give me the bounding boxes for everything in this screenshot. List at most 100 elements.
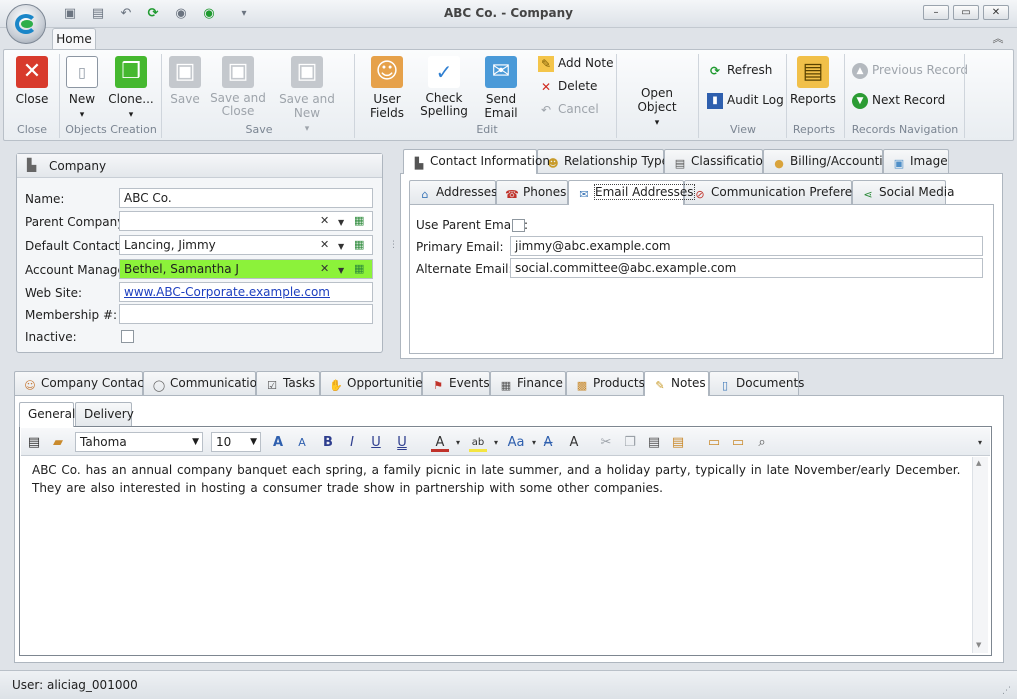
new-button[interactable]: ▯ New ▾ [62, 53, 102, 120]
add-note-button[interactable]: ✎ Add Note [538, 53, 613, 73]
chevron-down-icon: ▾ [654, 118, 660, 128]
company-panel-title: Company [49, 159, 107, 173]
tab-events[interactable]: ⚑ Events [422, 371, 490, 395]
default-contact-lookup[interactable]: Lancing, Jimmy ✕ ▼ ▦ [119, 235, 373, 255]
reports-button[interactable]: ▤ Reports [790, 53, 836, 119]
open-object-button[interactable]: Open Object ▾ [622, 86, 692, 128]
tab-products[interactable]: ▩ Products [566, 371, 645, 395]
clear-formatting-icon[interactable]: A̶ [539, 434, 557, 452]
subtab-delivery[interactable]: Delivery [75, 402, 134, 426]
shrink-font-icon[interactable]: A [293, 434, 311, 452]
next-record-button[interactable]: ▼ Next Record [852, 90, 945, 110]
send-email-button[interactable]: ✉ Send Email [472, 53, 530, 120]
find-icon[interactable]: ▭ [705, 434, 723, 452]
zoom-icon[interactable]: ⌕ [753, 434, 771, 452]
copy-icon[interactable]: ❐ [621, 434, 639, 452]
save-and-new-button[interactable]: ▣ Save and New ▾ [270, 53, 344, 134]
tab-tasks[interactable]: ☑ Tasks [256, 371, 320, 395]
grow-font-icon[interactable]: A [269, 434, 287, 452]
dropdown-arrow-icon[interactable]: ▼ [338, 264, 344, 278]
replace-icon[interactable]: ▭ [729, 434, 747, 452]
clear-x-icon[interactable]: ✕ [320, 262, 329, 276]
subtab-addresses[interactable]: ⌂ Addresses [409, 180, 497, 204]
chevron-down-icon[interactable]: ▾ [487, 434, 505, 452]
previous-record-button[interactable]: ▲ Previous Record [852, 60, 968, 80]
bold-icon[interactable]: B [319, 434, 337, 452]
cut-icon[interactable]: ✂ [597, 434, 615, 452]
paste-icon[interactable]: ▤ [645, 434, 663, 452]
clear-x-icon[interactable]: ✕ [320, 214, 329, 228]
close-window-button[interactable]: ✕ [983, 5, 1009, 20]
subtab-social-media[interactable]: ⋖ Social Media [852, 180, 954, 204]
underline-icon[interactable]: U [367, 434, 385, 452]
open-record-icon[interactable]: ▦ [354, 238, 364, 252]
membership-input[interactable] [119, 304, 373, 324]
alternate-email-input[interactable]: social.committee@abc.example.com [510, 258, 983, 278]
subtab-general[interactable]: General [19, 402, 75, 427]
splitter-grip[interactable]: ⋮ [389, 241, 398, 259]
use-parent-emails-checkbox[interactable] [512, 219, 525, 232]
tab-billing-accounting[interactable]: ● Billing/Accounting [763, 149, 898, 173]
open-record-icon[interactable]: ▦ [354, 214, 364, 228]
maximize-button[interactable]: ▭ [953, 5, 979, 20]
paste-special-icon[interactable]: ▤ [669, 434, 687, 452]
save-button[interactable]: ▣ Save [166, 53, 204, 119]
dropdown-arrow-icon[interactable]: ▼ [338, 216, 344, 230]
refresh-button[interactable]: ⟳ Refresh [707, 60, 772, 80]
cancel-button[interactable]: ↶ Cancel [538, 99, 599, 119]
clone-button[interactable]: ❒ Clone... ▾ [106, 53, 156, 120]
chevron-down-icon[interactable]: ▾ [449, 434, 467, 452]
delete-label: Delete [558, 79, 598, 93]
scroll-down-icon[interactable]: ▼ [976, 641, 981, 649]
delete-button[interactable]: ✕ Delete [538, 76, 597, 96]
parent-company-lookup[interactable]: ✕ ▼ ▦ [119, 211, 373, 231]
tab-notes[interactable]: ✎ Notes [644, 371, 709, 396]
user-fields-button[interactable]: ☺ User Fields [358, 53, 416, 120]
name-input[interactable]: ABC Co. [119, 188, 373, 208]
scroll-up-icon[interactable]: ▲ [976, 459, 981, 467]
tab-finance[interactable]: ▦ Finance [490, 371, 566, 395]
spreadsheet-icon: ▦ [500, 379, 512, 392]
web-site-input[interactable]: www.ABC-Corporate.example.com [119, 282, 373, 302]
clear-x-icon[interactable]: ✕ [320, 238, 329, 252]
font-family-select[interactable]: Tahoma ▼ [75, 432, 203, 452]
tab-relationship-types[interactable]: ☻ Relationship Types [537, 149, 675, 173]
vertical-scrollbar[interactable]: ▲ ▼ [972, 457, 988, 653]
collapse-ribbon-icon[interactable]: ︽ [990, 30, 1006, 46]
minimize-button[interactable]: – [923, 5, 949, 20]
tab-company-contacts[interactable]: ☺ Company Contacts [14, 371, 155, 395]
tab-opportunities[interactable]: ✋ Opportunities [320, 371, 429, 395]
open-record-icon[interactable]: ▦ [354, 262, 364, 276]
notes-text[interactable]: ABC Co. has an annual company banquet ea… [32, 461, 962, 651]
web-site-link[interactable]: www.ABC-Corporate.example.com [124, 285, 330, 299]
tab-home[interactable]: Home [52, 28, 96, 50]
italic-icon[interactable]: I [343, 434, 361, 452]
tab-communications[interactable]: ◯ Communications [143, 371, 271, 395]
inactive-checkbox[interactable] [121, 330, 134, 343]
change-case-icon[interactable]: Aa [507, 434, 525, 452]
tab-contact-information[interactable]: ▙ Contact Information [403, 149, 550, 174]
tab-documents[interactable]: ▯ Documents [709, 371, 804, 395]
close-button[interactable]: ✕ Close [7, 53, 57, 119]
resize-grip-icon[interactable]: ⋰ [1002, 686, 1011, 696]
check-spelling-button[interactable]: ✓ Check Spelling [419, 53, 469, 119]
subtab-email-addresses[interactable]: ✉ Email Addresses [568, 180, 695, 205]
double-underline-icon[interactable]: U [393, 434, 411, 452]
subtab-phones[interactable]: ☎ Phones [496, 180, 568, 204]
tab-classification[interactable]: ▤ Classification [664, 149, 770, 173]
tab-image[interactable]: ▣ Image [883, 149, 949, 173]
toolbar-overflow-icon[interactable]: ▾ [971, 434, 989, 452]
highlight-color-icon[interactable]: ab [469, 434, 487, 452]
font-size-select[interactable]: 10 ▼ [211, 432, 261, 452]
application-menu-button[interactable] [6, 4, 46, 44]
audit-log-button[interactable]: ▮ Audit Log [707, 90, 784, 110]
font-color-icon[interactable]: A [431, 434, 449, 452]
account-manager-lookup[interactable]: Bethel, Samantha J ✕ ▼ ▦ [119, 259, 373, 279]
new-page-icon[interactable]: ▤ [25, 434, 43, 452]
save-and-close-button[interactable]: ▣ Save and Close [209, 53, 267, 119]
open-folder-icon[interactable]: ▰ [49, 434, 67, 452]
subtab-communication-preferences[interactable]: ⊘ Communication Preferences [684, 180, 880, 204]
dropdown-arrow-icon[interactable]: ▼ [338, 240, 344, 254]
primary-email-input[interactable]: jimmy@abc.example.com [510, 236, 983, 256]
font-dialog-icon[interactable]: A [565, 434, 583, 452]
